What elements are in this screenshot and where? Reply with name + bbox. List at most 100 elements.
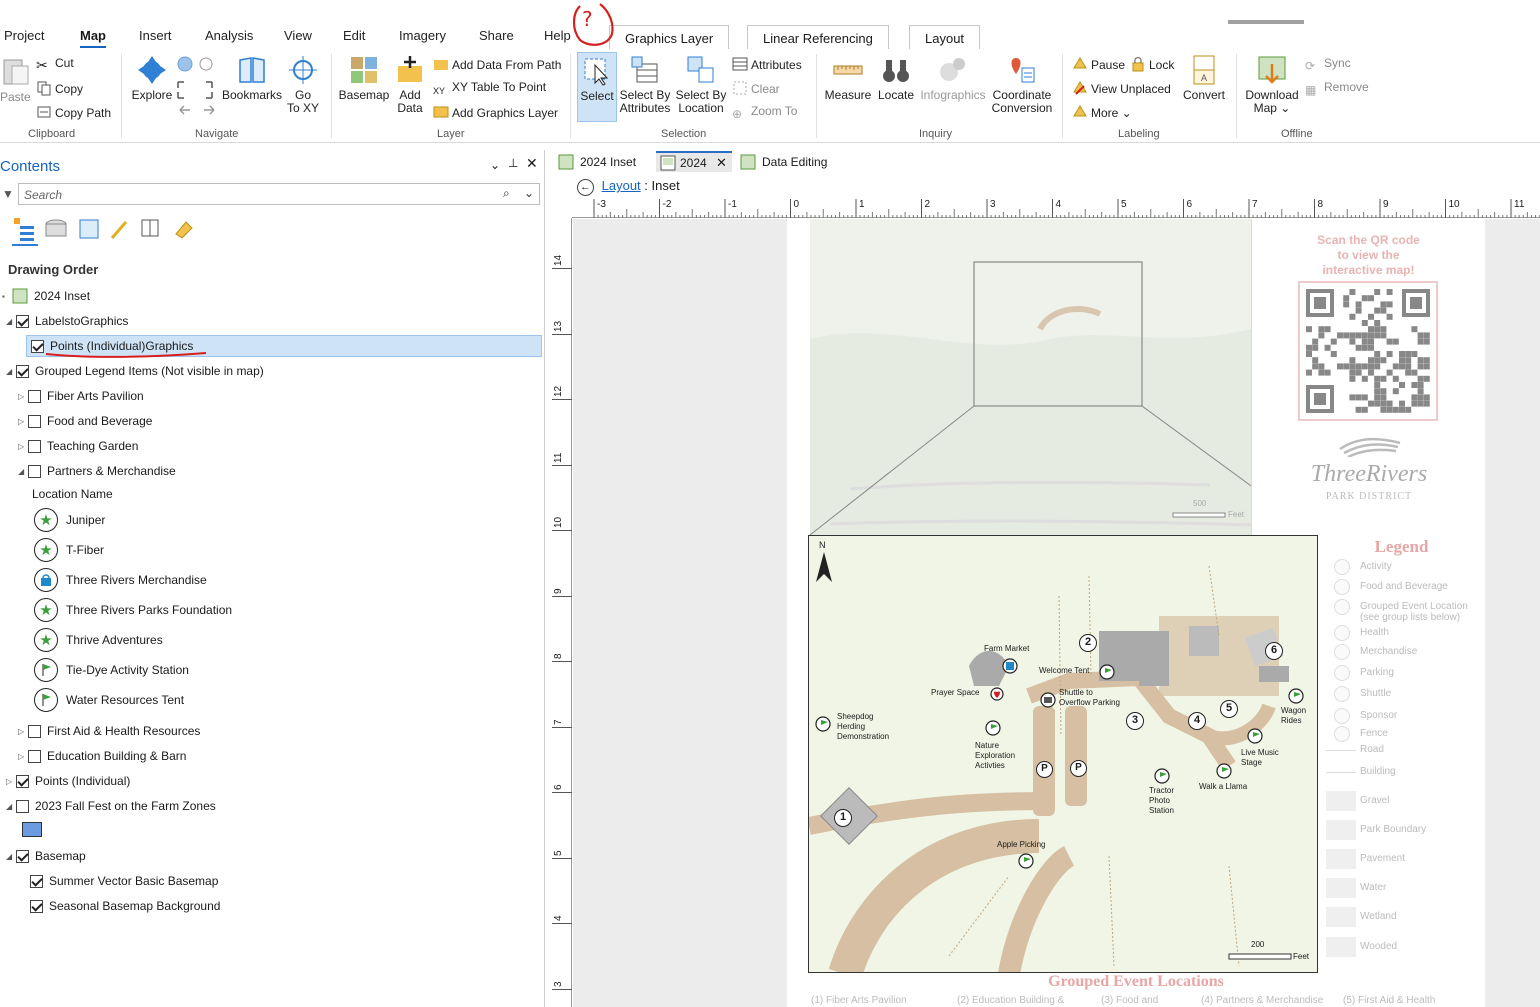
- star-icon: ★: [34, 508, 58, 532]
- breadcrumb-layout-link[interactable]: Layout: [602, 178, 641, 193]
- menu-imagery[interactable]: Imagery: [399, 28, 446, 43]
- toc-layer-seasonal-background[interactable]: Seasonal Basemap Background: [30, 896, 220, 916]
- toc-layer-education-building[interactable]: ▷ Education Building & Barn: [18, 746, 186, 766]
- copy-path-button[interactable]: Copy Path: [36, 104, 111, 120]
- tab-graphics-layer[interactable]: Graphics Layer: [609, 25, 730, 49]
- download-map-button[interactable]: Download Map ⌄: [1244, 54, 1300, 115]
- navigate-tools-icon[interactable]: [176, 54, 218, 120]
- qr-module: [1374, 394, 1381, 401]
- add-data-from-path-button[interactable]: Add Data From Path: [433, 56, 561, 72]
- explore-button[interactable]: Explore: [130, 54, 174, 102]
- menu-insert[interactable]: Insert: [139, 28, 172, 43]
- copy-button[interactable]: Copy: [36, 80, 83, 96]
- toc-layer-summer-vector[interactable]: Summer Vector Basic Basemap: [30, 871, 218, 891]
- toc-layer-grouped-legend[interactable]: ◢ Grouped Legend Items (Not visible in ma…: [6, 361, 264, 381]
- select-by-attributes-button[interactable]: Select By Attributes: [619, 54, 671, 115]
- download-map-icon: [1258, 56, 1286, 84]
- add-data-button[interactable]: Add Data: [392, 54, 428, 115]
- layout-canvas[interactable]: 500 Feet Scan the QR code to view the in…: [573, 219, 1540, 1007]
- measure-button[interactable]: Measure: [824, 54, 872, 102]
- go-to-xy-button[interactable]: Go To XY: [285, 54, 321, 115]
- checkbox: [28, 749, 41, 763]
- infographics-button[interactable]: Infographics: [918, 54, 988, 102]
- select-by-location-button[interactable]: Select By Location: [675, 54, 727, 115]
- coordinate-icon: [1011, 58, 1035, 83]
- menu-analysis[interactable]: Analysis: [205, 28, 253, 43]
- menu-edit[interactable]: Edit: [343, 28, 365, 43]
- qr-module: [1355, 406, 1362, 413]
- sync-button[interactable]: ⟳ Sync: [1305, 56, 1351, 75]
- qr-module: [1306, 351, 1312, 357]
- coordinate-conversion-button[interactable]: Coordinate Conversion: [990, 54, 1054, 115]
- pane-menu-icon[interactable]: ⌄: [490, 158, 500, 172]
- zoom-to-button[interactable]: ⊕ Zoom To: [732, 104, 797, 123]
- toc-layer-fiber-arts[interactable]: ▷ Fiber Arts Pavilion: [18, 386, 144, 406]
- clear-button[interactable]: Clear: [732, 80, 780, 96]
- zones-symbol-swatch[interactable]: [22, 822, 42, 837]
- toc-symbol-water-resources[interactable]: Water Resources Tent: [34, 686, 184, 714]
- toc-view-toolbar[interactable]: [10, 214, 200, 246]
- qr-module: [1411, 382, 1418, 388]
- menu-help[interactable]: Help: [544, 28, 571, 43]
- locate-button[interactable]: Locate: [876, 54, 916, 102]
- view-unplaced-button[interactable]: View Unplaced: [1072, 80, 1171, 96]
- tab-layout[interactable]: Layout: [909, 25, 981, 49]
- attributes-button[interactable]: Attributes: [732, 56, 802, 72]
- legend-item: Sponsor: [1360, 710, 1398, 721]
- menu-view[interactable]: View: [284, 28, 312, 43]
- add-graphics-layer-button[interactable]: Add Graphics Layer: [433, 104, 558, 120]
- xy-table-to-point-button[interactable]: XY XY Table To Point: [433, 80, 546, 102]
- back-arrow-icon[interactable]: ←: [577, 179, 594, 196]
- checkbox: [28, 389, 41, 403]
- tab-data-editing[interactable]: Data Editing: [738, 152, 833, 173]
- qr-module: [1374, 400, 1381, 407]
- convert-button[interactable]: A Convert: [1180, 54, 1228, 102]
- toc-symbol-juniper[interactable]: ★ Juniper: [34, 506, 105, 534]
- menu-project[interactable]: Project: [4, 28, 44, 43]
- vertical-ruler[interactable]: 14 13 12 11 10 9 8 7 6 5 4 3: [552, 218, 572, 1007]
- menu-map[interactable]: Map: [80, 28, 106, 48]
- qr-module: [1349, 375, 1356, 382]
- toc-symbol-thrive-adventures[interactable]: ★ Thrive Adventures: [34, 626, 163, 654]
- pause-button[interactable]: Pause: [1072, 56, 1125, 72]
- toc-layer-first-aid[interactable]: ▷ First Aid & Health Resources: [18, 721, 200, 741]
- pin-icon[interactable]: ⊥: [508, 156, 518, 170]
- main-map-frame[interactable]: N Farm Market Welcome Tent Prayer Space …: [808, 535, 1318, 973]
- window-grip[interactable]: [1228, 20, 1304, 24]
- toc-layer-points-individual[interactable]: ▷ Points (Individual): [6, 771, 130, 791]
- legend-swatch: [1334, 559, 1350, 575]
- toc-symbol-tie-dye[interactable]: Tie-Dye Activity Station: [34, 656, 189, 684]
- bookmarks-button[interactable]: Bookmarks: [220, 54, 284, 102]
- qr-module: [1368, 400, 1374, 407]
- more-button[interactable]: More ⌄: [1072, 104, 1132, 120]
- horizontal-ruler[interactable]: -3 -2 -1 0 1 2 3 4 5 6 7 8 9 10 11: [572, 199, 1540, 218]
- tab-2024-inset[interactable]: 2024 Inset: [556, 152, 642, 173]
- ruler-label-h: 4: [1055, 199, 1062, 210]
- close-icon[interactable]: ✕: [526, 155, 538, 172]
- qr-module: [1423, 332, 1430, 339]
- filter-icon[interactable]: ▼: [2, 187, 14, 201]
- view-unplaced-icon: [1073, 81, 1087, 95]
- toc-layer-teaching-garden[interactable]: ▷ Teaching Garden: [18, 436, 138, 456]
- tab-linear-referencing[interactable]: Linear Referencing: [747, 25, 889, 49]
- toc-layer-partners-merchandise[interactable]: ◢ Partners & Merchandise: [18, 461, 176, 481]
- toc-symbol-three-rivers-merchandise[interactable]: Three Rivers Merchandise: [34, 566, 207, 594]
- checkbox: [28, 724, 41, 738]
- toc-layer-food-beverage[interactable]: ▷ Food and Beverage: [18, 411, 152, 431]
- paste-button[interactable]: Paste: [0, 56, 31, 104]
- cut-button[interactable]: ✂ Cut: [36, 56, 74, 73]
- ruler-major-tick-v: [552, 595, 572, 597]
- toc-layer-labelstographics[interactable]: ◢ LabelstoGraphics: [6, 311, 128, 331]
- toc-symbol-t-fiber[interactable]: ★ T-Fiber: [34, 536, 104, 564]
- toc-symbol-parks-foundation[interactable]: ★ Three Rivers Parks Foundation: [34, 596, 232, 624]
- lock-button[interactable]: Lock: [1130, 56, 1174, 72]
- select-button[interactable]: Select: [577, 52, 617, 122]
- remove-button[interactable]: ▦ Remove: [1305, 80, 1369, 99]
- toc-map-2024-inset[interactable]: ▪ 2024 Inset: [2, 286, 90, 306]
- tab-2024[interactable]: 2024 ✕: [656, 151, 732, 172]
- toc-layer-basemap[interactable]: ◢ Basemap: [6, 846, 86, 866]
- menu-share[interactable]: Share: [479, 28, 514, 43]
- search-input[interactable]: Search ⌕ ⌄: [18, 183, 540, 205]
- basemap-button[interactable]: Basemap: [338, 54, 390, 102]
- toc-layer-2023-zones[interactable]: ◢ 2023 Fall Fest on the Farm Zones: [6, 796, 216, 816]
